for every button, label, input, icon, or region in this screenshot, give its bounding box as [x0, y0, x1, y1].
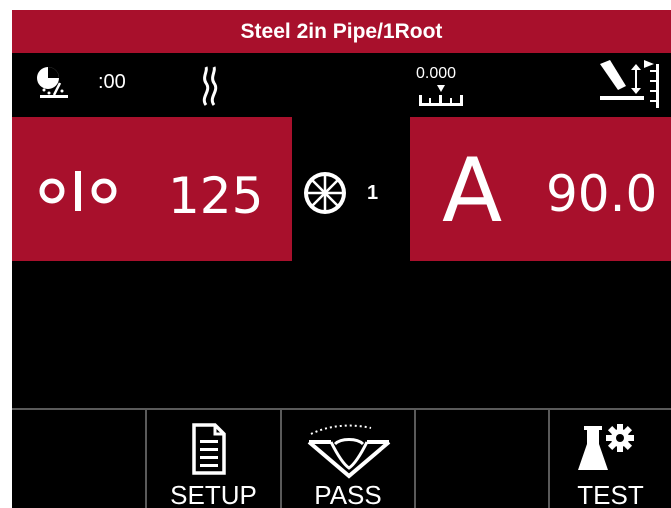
title-bar: Steel 2in Pipe/1Root [12, 10, 671, 53]
document-icon [192, 423, 226, 475]
test-button[interactable]: TEST [550, 410, 671, 508]
status-bar: :00 0.000 [12, 53, 671, 117]
amperage-unit: A [442, 139, 503, 242]
amperage-panel[interactable]: A 90.0 [410, 117, 671, 261]
flask-gear-icon [578, 424, 634, 470]
setup-label: SETUP [170, 480, 257, 508]
pass-label: PASS [314, 480, 382, 508]
trim-wheel-icon[interactable] [302, 170, 348, 216]
timer-value: :00 [98, 71, 126, 93]
wire-feed-value: 125 [168, 167, 264, 225]
weld-pass-icon [307, 424, 391, 479]
scale-gauge-icon[interactable] [417, 85, 465, 107]
trim-value: 1 [367, 182, 379, 204]
timer-weld-icon[interactable] [34, 65, 76, 105]
wire-feed-speed-icon [39, 171, 117, 211]
scale-value: 0.000 [416, 65, 457, 82]
amperage-value: 90.0 [546, 165, 658, 223]
setup-button[interactable]: SETUP [147, 410, 282, 508]
gas-flow-icon[interactable] [198, 65, 222, 107]
softkey-1[interactable] [12, 410, 147, 508]
pass-button[interactable]: PASS [282, 410, 416, 508]
softkey-4[interactable] [416, 410, 550, 508]
softkey-bar: SETUP PASS TEST [12, 408, 671, 508]
page-title: Steel 2in Pipe/1Root [240, 20, 443, 43]
torch-height-icon[interactable] [598, 58, 668, 112]
test-label: TEST [577, 480, 644, 508]
wire-feed-panel[interactable]: 125 [12, 117, 292, 261]
welder-screen: Steel 2in Pipe/1Root :00 0.000 125 1 A 9… [12, 10, 671, 508]
